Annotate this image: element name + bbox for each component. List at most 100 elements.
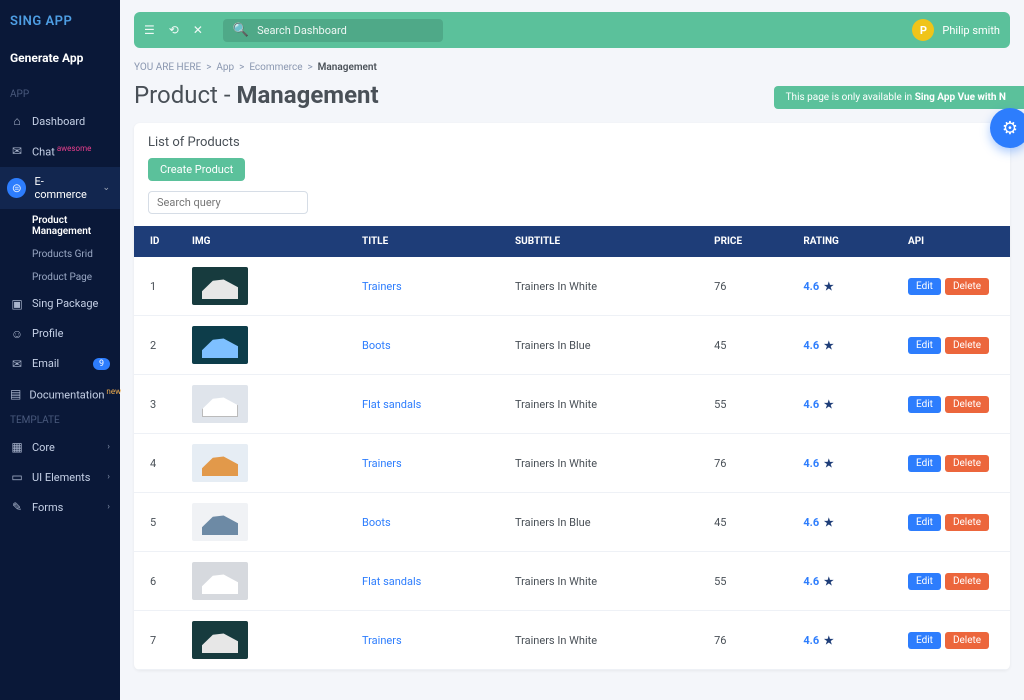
product-thumb[interactable] xyxy=(192,562,248,600)
chevron-down-icon: ⌄ xyxy=(102,183,110,193)
product-thumb[interactable] xyxy=(192,267,248,305)
refresh-icon[interactable]: ⟲ xyxy=(169,23,179,37)
table-row: 6Flat sandalsTrainers In White554.6 ★Edi… xyxy=(134,552,1010,611)
close-icon[interactable]: ✕ xyxy=(193,23,203,37)
sidebar-item-core[interactable]: ▦ Core › xyxy=(0,432,120,462)
sidebar-item-ui-elements[interactable]: ▭ UI Elements › xyxy=(0,462,120,492)
table-row: 5BootsTrainers In Blue454.6 ★EditDelete xyxy=(134,493,1010,552)
user-menu[interactable]: P Philip smith xyxy=(912,19,1000,41)
product-title-link[interactable]: Trainers xyxy=(362,457,402,470)
col-img[interactable]: IMG xyxy=(184,226,354,257)
delete-button[interactable]: Delete xyxy=(945,632,989,649)
product-thumb[interactable] xyxy=(192,326,248,364)
breadcrumb-app[interactable]: App xyxy=(216,62,234,73)
col-id[interactable]: ID xyxy=(134,226,184,257)
create-product-button[interactable]: Create Product xyxy=(148,158,245,181)
cell-api: EditDelete xyxy=(900,552,1010,611)
edit-button[interactable]: Edit xyxy=(908,278,941,295)
edit-button[interactable]: Edit xyxy=(908,632,941,649)
panel-title: List of Products xyxy=(134,123,1010,158)
sidebar-subitem-products-grid[interactable]: Products Grid xyxy=(0,243,120,266)
grid-icon: ▦ xyxy=(10,440,24,454)
product-title-link[interactable]: Trainers xyxy=(362,280,402,293)
sidebar-item-forms[interactable]: ✎ Forms › xyxy=(0,492,120,522)
product-title-link[interactable]: Trainers xyxy=(362,634,402,647)
star-icon: ★ xyxy=(824,516,834,529)
delete-button[interactable]: Delete xyxy=(945,514,989,531)
cell-api: EditDelete xyxy=(900,611,1010,670)
cell-rating: 4.6 ★ xyxy=(795,493,900,552)
cell-price: 45 xyxy=(706,316,795,375)
email-count-badge: 9 xyxy=(93,358,110,370)
product-title-link[interactable]: Boots xyxy=(362,516,391,529)
sidebar-item-sing-package[interactable]: ▣ Sing Package xyxy=(0,289,120,319)
cell-id: 3 xyxy=(134,375,184,434)
table-search-input[interactable] xyxy=(148,191,308,214)
breadcrumb-ecommerce[interactable]: Ecommerce xyxy=(249,62,302,73)
cell-price: 76 xyxy=(706,434,795,493)
sidebar-item-dashboard[interactable]: ⌂ Dashboard xyxy=(0,106,120,136)
product-thumb[interactable] xyxy=(192,385,248,423)
delete-button[interactable]: Delete xyxy=(945,573,989,590)
cell-api: EditDelete xyxy=(900,434,1010,493)
product-thumb[interactable] xyxy=(192,621,248,659)
main: ☰ ⟲ ✕ 🔍 P Philip smith YOU ARE HERE > Ap… xyxy=(120,0,1024,700)
product-thumb[interactable] xyxy=(192,503,248,541)
sidebar-item-label: Chatawesome xyxy=(32,144,91,159)
sidebar-subitem-product-management[interactable]: Product Management xyxy=(0,209,120,243)
cell-id: 5 xyxy=(134,493,184,552)
cell-api: EditDelete xyxy=(900,375,1010,434)
package-icon: ▣ xyxy=(10,297,24,311)
product-title-link[interactable]: Flat sandals xyxy=(362,575,421,588)
nav-section-template: TEMPLATE xyxy=(0,409,120,432)
delete-button[interactable]: Delete xyxy=(945,396,989,413)
sidebar-item-chat[interactable]: ✉ Chatawesome xyxy=(0,136,120,167)
delete-button[interactable]: Delete xyxy=(945,455,989,472)
sidebar-item-profile[interactable]: ☺ Profile xyxy=(0,319,120,349)
delete-button[interactable]: Delete xyxy=(945,278,989,295)
sidebar-item-email[interactable]: ✉ Email 9 xyxy=(0,349,120,379)
edit-button[interactable]: Edit xyxy=(908,514,941,531)
cell-subtitle: Trainers In Blue xyxy=(507,493,706,552)
col-price[interactable]: PRICE xyxy=(706,226,795,257)
cell-subtitle: Trainers In White xyxy=(507,552,706,611)
menu-icon[interactable]: ☰ xyxy=(144,23,155,37)
chevron-right-icon: › xyxy=(107,472,110,482)
mail-icon: ✉ xyxy=(10,357,24,371)
cell-subtitle: Trainers In White xyxy=(507,257,706,316)
edit-button[interactable]: Edit xyxy=(908,573,941,590)
sidebar-item-ecommerce[interactable]: ⊜ E-commerce ⌄ xyxy=(0,167,120,209)
cell-subtitle: Trainers In White xyxy=(507,375,706,434)
table-head: ID IMG TITLE SUBTITLE PRICE RATING API xyxy=(134,226,1010,257)
cell-id: 1 xyxy=(134,257,184,316)
sidebar-item-label: Forms xyxy=(32,501,63,514)
brand[interactable]: SING APP xyxy=(0,0,120,43)
col-rating[interactable]: RATING xyxy=(795,226,900,257)
cell-img xyxy=(184,375,354,434)
edit-button[interactable]: Edit xyxy=(908,337,941,354)
search-input[interactable] xyxy=(257,24,433,37)
product-title-link[interactable]: Boots xyxy=(362,339,391,352)
col-title[interactable]: TITLE xyxy=(354,226,507,257)
delete-button[interactable]: Delete xyxy=(945,337,989,354)
product-title-link[interactable]: Flat sandals xyxy=(362,398,421,411)
settings-fab[interactable]: ⚙ xyxy=(990,108,1024,148)
col-subtitle[interactable]: SUBTITLE xyxy=(507,226,706,257)
layers-icon: ▭ xyxy=(10,470,24,484)
cell-id: 2 xyxy=(134,316,184,375)
sidebar-item-documentation[interactable]: ▤ Documentationnew xyxy=(0,379,120,410)
user-name: Philip smith xyxy=(942,24,1000,37)
edit-button[interactable]: Edit xyxy=(908,455,941,472)
table-row: 7TrainersTrainers In White764.6 ★EditDel… xyxy=(134,611,1010,670)
cell-api: EditDelete xyxy=(900,257,1010,316)
chevron-right-icon: › xyxy=(107,442,110,452)
sidebar-subitem-product-page[interactable]: Product Page xyxy=(0,266,120,289)
col-api[interactable]: API xyxy=(900,226,1010,257)
edit-button[interactable]: Edit xyxy=(908,396,941,413)
search-wrap[interactable]: 🔍 xyxy=(223,19,443,42)
cell-img xyxy=(184,493,354,552)
product-thumb[interactable] xyxy=(192,444,248,482)
cart-icon: ⊜ xyxy=(7,178,26,198)
avatar: P xyxy=(912,19,934,41)
generate-app-link[interactable]: Generate App xyxy=(0,43,120,83)
